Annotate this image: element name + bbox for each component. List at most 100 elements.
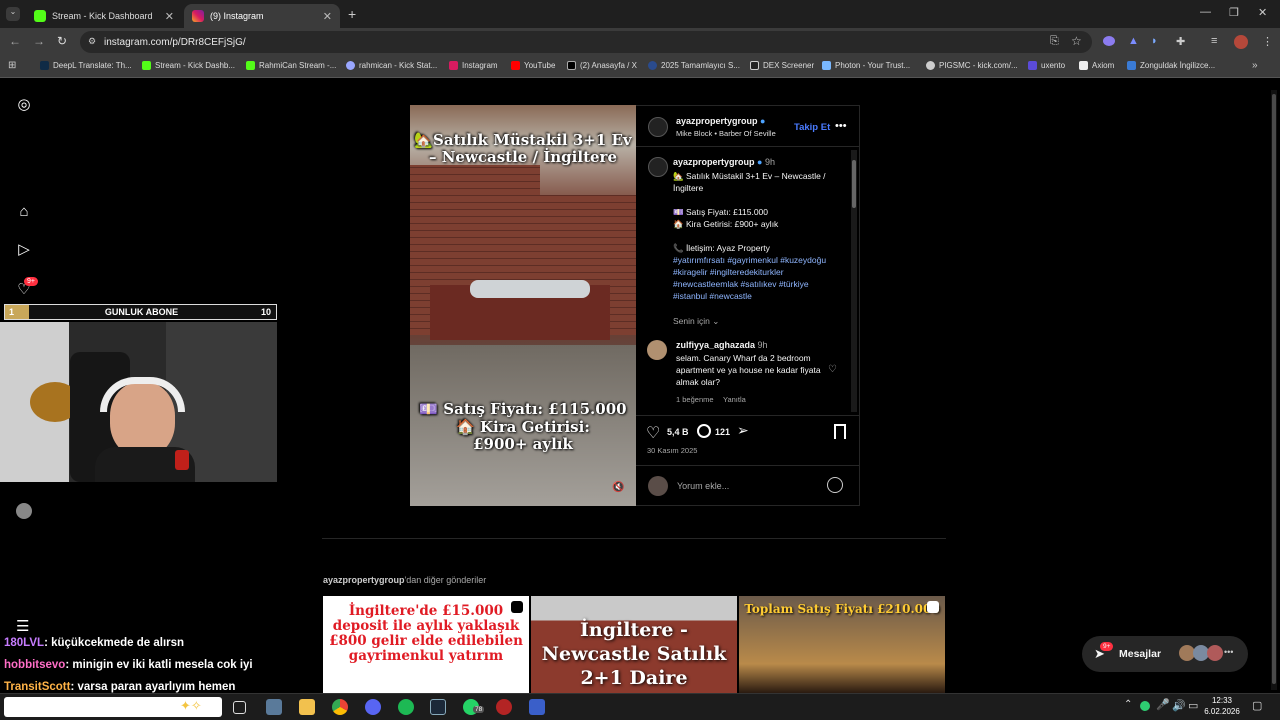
emoji-icon[interactable] [827, 477, 843, 493]
tray-icon[interactable] [1140, 701, 1150, 711]
media-rent: 🏠 Kira Getirisi: £900+ aylık [456, 418, 590, 453]
puzzle-icon[interactable]: ✚ [1176, 35, 1185, 48]
comment-count[interactable]: 121 [715, 427, 730, 437]
for-you-label[interactable]: Senin için ⌄ [673, 316, 719, 327]
tile-text: Toplam Satış Fiyatı £210.000 [744, 602, 940, 616]
caption-username[interactable]: ayazpropertygroup [673, 157, 755, 167]
save-icon[interactable] [834, 424, 846, 439]
more-options-icon[interactable]: ••• [835, 120, 847, 132]
profile-avatar[interactable] [1234, 35, 1248, 49]
instagram-logo-icon[interactable]: ◎ [14, 95, 34, 115]
bookmark-youtube[interactable]: YouTube [511, 61, 555, 70]
profile-avatar[interactable] [16, 503, 32, 519]
steam-icon[interactable] [430, 699, 446, 715]
extension-icon[interactable]: ◗ [1151, 35, 1158, 47]
audio-track[interactable]: Mike Block • Barber Of Seville [676, 129, 776, 138]
author-avatar[interactable] [648, 117, 668, 137]
bookmark-star-icon[interactable]: ☆ [1071, 34, 1082, 48]
chrome-icon[interactable] [332, 699, 348, 715]
bookmark-2025[interactable]: 2025 Tamamlayıcı S... [648, 61, 740, 70]
grid-post-3[interactable]: Toplam Satış Fiyatı £210.000 [739, 596, 945, 693]
author-username[interactable]: ayazpropertygroup ● [676, 116, 765, 126]
chat-username: hobbitsevo [4, 659, 66, 671]
tray-chevron-icon[interactable]: ⌃ [1124, 699, 1132, 710]
forward-icon[interactable]: → [33, 34, 45, 48]
commenter-avatar[interactable] [647, 340, 667, 360]
comment-likes[interactable]: 1 beğenme [676, 395, 714, 404]
commenter-username[interactable]: zulfiyya_aghazada [676, 340, 755, 350]
follow-button[interactable]: Takip Et [794, 122, 830, 133]
bookmark-uxento[interactable]: uxento [1028, 61, 1065, 70]
bookmark-axiom[interactable]: Axiom [1079, 61, 1114, 70]
bookmark-photon[interactable]: Photon - Your Trust... [822, 61, 910, 70]
bookmark-zonguldak[interactable]: Zonguldak İngilizce... [1127, 61, 1215, 70]
clock-date[interactable]: 6.02.2026 [1201, 707, 1243, 716]
tab-kick-dashboard[interactable]: Stream - Kick Dashboard ✕ [26, 4, 182, 28]
apps-icon[interactable]: ⊞ [8, 60, 16, 71]
page-scrollbar-thumb[interactable] [1272, 94, 1276, 684]
address-bar[interactable]: instagram.com/p/DRr8CEFjSjG/ [80, 31, 1092, 53]
caption-avatar[interactable] [648, 157, 668, 177]
like-count[interactable]: 5,4 B [667, 427, 689, 437]
bookmark-x[interactable]: (2) Anasayfa / X [567, 61, 637, 70]
extension-icon[interactable] [1103, 36, 1115, 46]
file-explorer-icon[interactable] [299, 699, 315, 715]
extension-icon[interactable]: ▲ [1128, 35, 1139, 47]
like-icon[interactable]: ♡ [646, 423, 660, 443]
mute-icon[interactable]: 🔇 [612, 482, 624, 493]
bookmark-pigsmc[interactable]: PIGSMC - kick.com/... [926, 61, 1018, 70]
copilot-icon[interactable]: ✦✧ [180, 698, 202, 714]
close-window-icon[interactable]: ✕ [1258, 6, 1267, 19]
mic-icon[interactable]: 🎤 [1156, 698, 1170, 711]
reels-icon[interactable]: ▷ [14, 240, 34, 260]
reload-icon[interactable]: ↻ [57, 34, 67, 48]
app-icon[interactable] [266, 699, 282, 715]
spotify-icon[interactable] [398, 699, 414, 715]
minimize-icon[interactable]: — [1200, 6, 1211, 18]
more-icon: ••• [1224, 647, 1234, 657]
close-tab-icon[interactable]: ✕ [323, 10, 332, 23]
grid-post-1[interactable]: İngiltere'de £15.000 deposit ile aylık y… [323, 596, 529, 693]
more-menu-icon[interactable]: ☰ [16, 617, 29, 635]
install-app-icon[interactable]: ⎘ [1050, 35, 1059, 48]
comment-icon[interactable] [697, 424, 711, 438]
home-icon[interactable]: ⌂ [14, 203, 34, 223]
back-icon[interactable]: ← [9, 34, 21, 48]
bookmark-deepl[interactable]: DeepL Translate: Th... [40, 61, 132, 70]
volume-icon[interactable]: 🔊 [1172, 699, 1186, 712]
restore-icon[interactable]: ❐ [1229, 6, 1239, 19]
close-tab-icon[interactable]: ✕ [165, 10, 174, 23]
tab-instagram[interactable]: (9) Instagram ✕ [184, 4, 340, 28]
clock-time[interactable]: 12:33 [1205, 696, 1239, 705]
rubbish-bags [470, 280, 590, 298]
share-icon[interactable]: ➢ [737, 422, 749, 439]
more-bookmarks-icon[interactable]: » [1252, 60, 1258, 71]
tab-search-icon[interactable]: ⌄ [6, 7, 20, 21]
bookmark-kick-stats[interactable]: rahmican - Kick Stat... [346, 61, 437, 70]
caption-hashtags[interactable]: #yatırımfırsatı #gayrimenkul #kuzeydoğu … [673, 254, 841, 302]
scrollbar-thumb[interactable] [852, 160, 856, 208]
comment-input[interactable]: Yorum ekle... [677, 481, 729, 491]
new-tab-icon[interactable]: + [348, 6, 356, 22]
chat-message: TransitScott: varsa paran ayarlıyım heme… [4, 681, 236, 693]
task-view-icon[interactable] [233, 701, 246, 714]
bookmark-rahmican-stream[interactable]: RahmiCan Stream -... [246, 61, 336, 70]
instagram-icon [192, 10, 204, 22]
bookmark-kick-dashboard[interactable]: Stream - Kick Dashb... [142, 61, 235, 70]
network-icon[interactable]: ▭ [1188, 699, 1198, 712]
notifications-center-icon[interactable]: ▢ [1252, 699, 1262, 712]
grid-post-2[interactable]: İngiltere - Newcastle Satılık 2+1 Daire [531, 596, 737, 693]
media-icon[interactable]: ≡ [1211, 35, 1217, 47]
reply-button[interactable]: Yanıtla [723, 395, 746, 404]
menu-icon[interactable]: ⋮ [1262, 35, 1273, 48]
site-info-icon[interactable]: ⚙ [88, 36, 96, 47]
messages-button[interactable]: ➤ 9+ Mesajlar ••• [1082, 636, 1248, 672]
app-icon[interactable] [529, 699, 545, 715]
bookmark-instagram[interactable]: Instagram [449, 61, 498, 70]
post-media-video[interactable]: 🏡Satılık Müstakil 3+1 Ev – Newcastle / İ… [410, 105, 636, 506]
bookmark-dex-screener[interactable]: DEX Screener [750, 61, 814, 70]
app-icon[interactable] [496, 699, 512, 715]
chat-message: hobbitsevo: minigin ev iki katli mesela … [4, 659, 253, 671]
discord-icon[interactable] [365, 699, 381, 715]
comment-like-icon[interactable]: ♡ [828, 364, 837, 375]
